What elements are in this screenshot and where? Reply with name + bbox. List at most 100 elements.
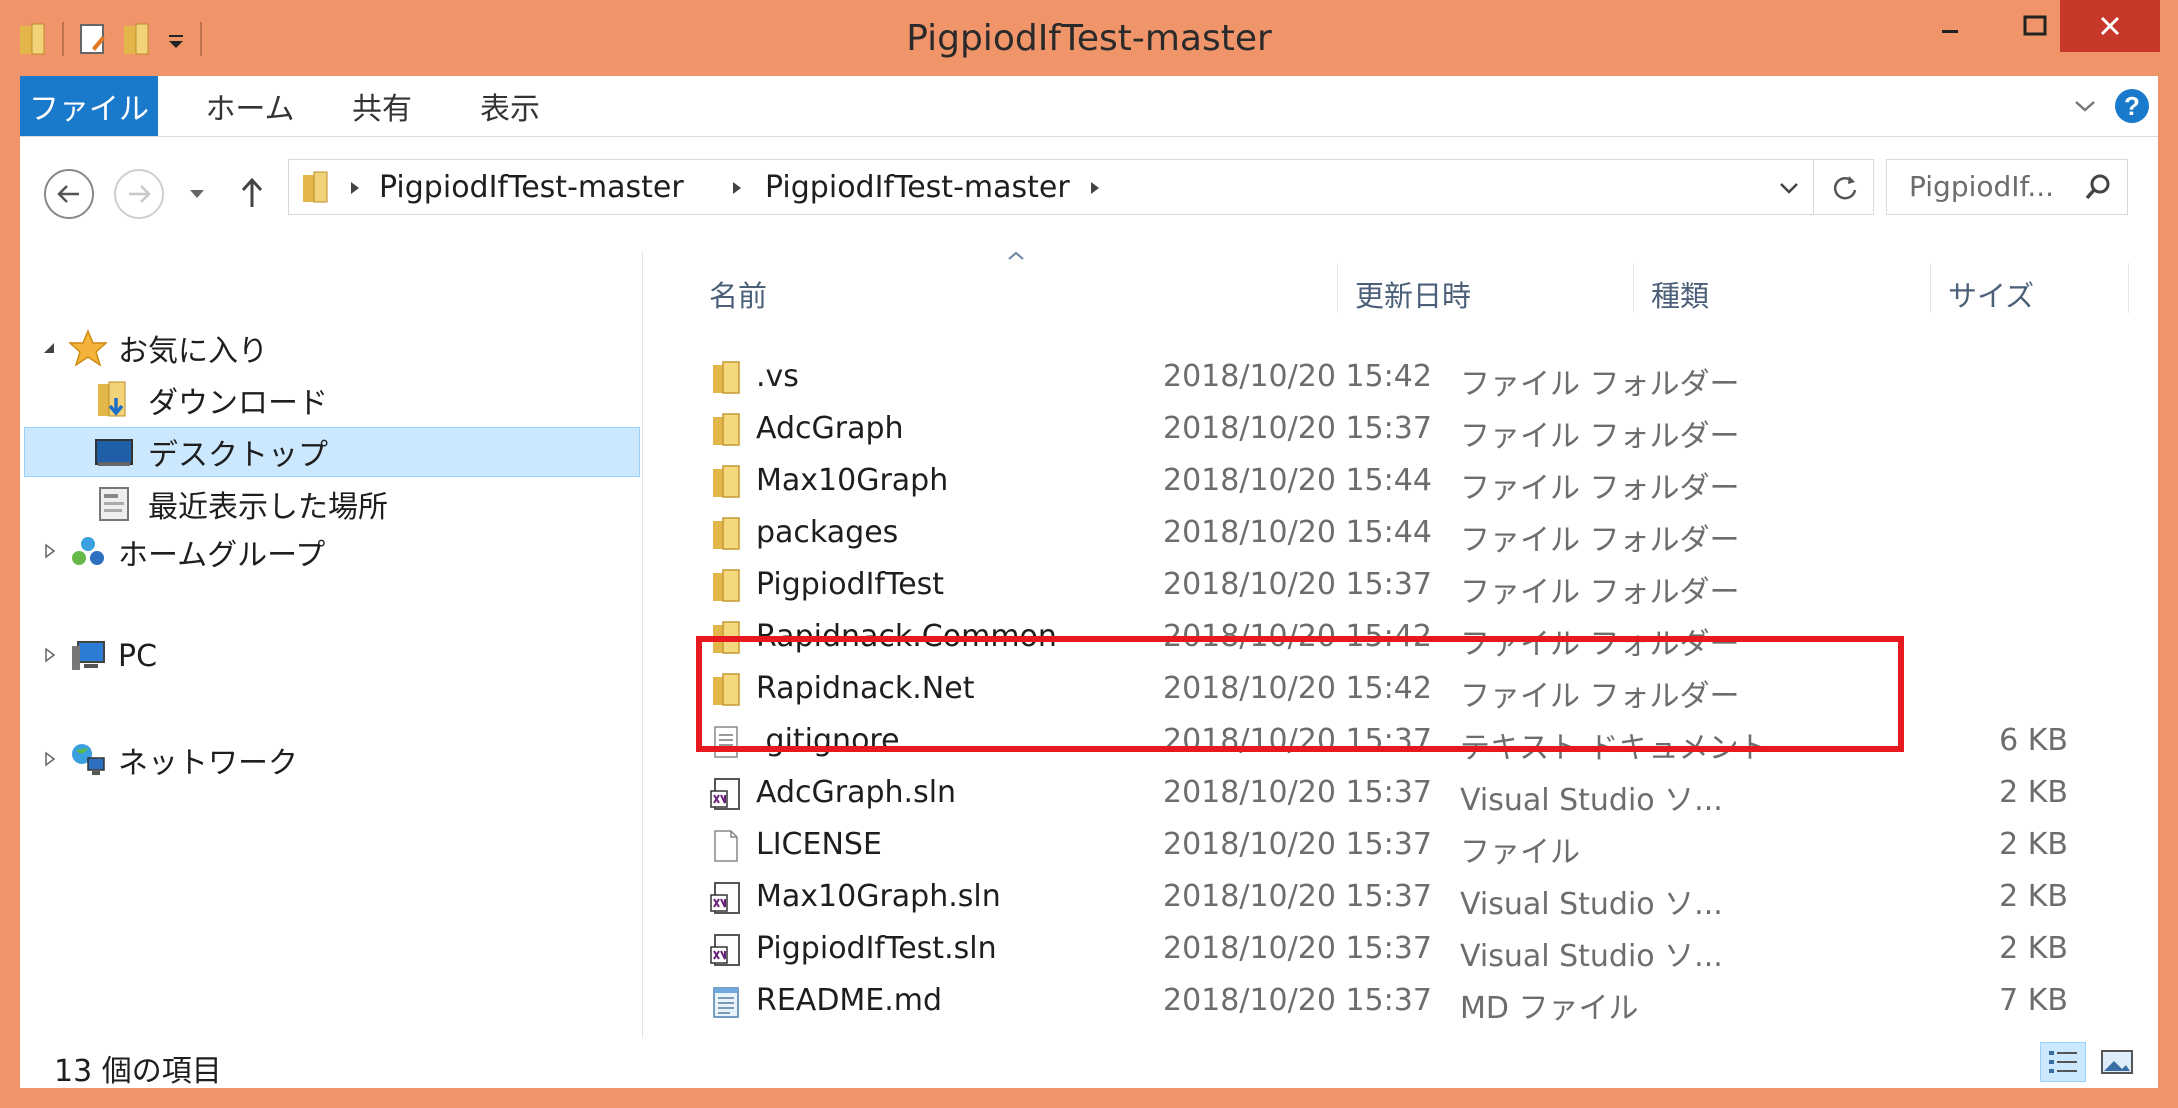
nav-pc[interactable]: PC xyxy=(68,631,157,681)
folder-icon xyxy=(709,465,743,499)
file-name: PigpiodIfTest.sln xyxy=(756,931,997,966)
expand-triangle-icon[interactable] xyxy=(42,341,56,355)
file-row[interactable]: LICENSE 2018/10/20 15:37 ファイル 2 KB xyxy=(643,819,2158,871)
forward-button[interactable] xyxy=(114,169,164,219)
breadcrumb-item[interactable]: PigpiodIfTest-master xyxy=(379,170,684,205)
nav-network[interactable]: ネットワーク xyxy=(68,735,298,785)
blank-file-icon xyxy=(709,829,743,863)
chevron-down-icon[interactable] xyxy=(1777,178,1801,198)
column-separator[interactable] xyxy=(1337,263,1338,313)
file-type: MD ファイル xyxy=(1460,991,1639,1026)
file-row[interactable]: AdcGraph.sln 2018/10/20 15:37 Visual Studi… xyxy=(643,767,2158,819)
folder-icon xyxy=(709,569,743,603)
column-separator[interactable] xyxy=(2128,263,2129,313)
tab-home[interactable]: ホーム xyxy=(190,76,310,136)
arrow-left-icon xyxy=(57,185,79,203)
file-row[interactable]: Max10Graph 2018/10/20 15:44 ファイル フォルダー xyxy=(643,455,2158,507)
file-name: .vs xyxy=(756,359,799,394)
tab-view[interactable]: 表示 xyxy=(460,76,560,136)
file-type: ファイル xyxy=(1460,835,1580,870)
title-bar: PigpiodIfTest-master xyxy=(0,0,2178,76)
sort-ascending-icon xyxy=(1008,251,1024,260)
item-count: 13 個の項目 xyxy=(54,1054,222,1089)
file-row[interactable]: README.md 2018/10/20 15:37 MD ファイル 7 KB xyxy=(643,975,2158,1027)
column-separator[interactable] xyxy=(1930,263,1931,313)
column-header-name[interactable]: 名前 xyxy=(709,273,767,315)
help-icon[interactable]: ? xyxy=(2114,88,2150,124)
notepad-file-icon xyxy=(709,985,743,1019)
folder-icon xyxy=(709,517,743,551)
file-size: 6 KB xyxy=(1999,723,2068,758)
file-name: Max10Graph.sln xyxy=(756,879,1001,914)
file-row[interactable]: .vs 2018/10/20 15:42 ファイル フォルダー xyxy=(643,351,2158,403)
breadcrumb-item[interactable]: PigpiodIfTest-master xyxy=(765,170,1070,205)
chevron-right-icon[interactable] xyxy=(1089,180,1101,196)
file-type: ファイル フォルダー xyxy=(1460,419,1740,454)
file-date: 2018/10/20 15:42 xyxy=(1163,359,1432,394)
column-separator[interactable] xyxy=(1633,263,1634,313)
file-row[interactable]: AdcGraph 2018/10/20 15:37 ファイル フォルダー xyxy=(643,403,2158,455)
chevron-right-icon[interactable] xyxy=(731,180,743,196)
nav-label: ネットワーク xyxy=(118,746,298,781)
file-name: Max10Graph xyxy=(756,463,949,498)
ribbon-tabs: ファイル ホーム 共有 表示 ? xyxy=(20,76,2158,137)
refresh-icon[interactable] xyxy=(1829,172,1861,204)
file-name: AdcGraph.sln xyxy=(756,775,957,810)
file-name: LICENSE xyxy=(756,827,882,862)
nav-label: PC xyxy=(118,638,158,674)
column-header-type[interactable]: 種類 xyxy=(1651,273,1709,315)
star-icon xyxy=(68,329,108,367)
file-date: 2018/10/20 15:44 xyxy=(1163,463,1432,498)
minimize-button[interactable] xyxy=(1910,0,1990,52)
tab-file[interactable]: ファイル xyxy=(20,76,158,136)
file-type: ファイル フォルダー xyxy=(1460,471,1740,506)
file-row[interactable]: PigpiodIfTest 2018/10/20 15:37 ファイル フォルダー xyxy=(643,559,2158,611)
recent-places-icon xyxy=(99,487,129,521)
column-header-size[interactable]: サイズ xyxy=(1948,273,2034,315)
vs-solution-icon xyxy=(709,881,743,915)
chevron-right-icon[interactable] xyxy=(349,180,361,196)
file-date: 2018/10/20 15:44 xyxy=(1163,515,1432,550)
file-row[interactable]: packages 2018/10/20 15:44 ファイル フォルダー xyxy=(643,507,2158,559)
window-title: PigpiodIfTest-master xyxy=(906,18,1272,59)
collapsed-triangle-icon[interactable] xyxy=(44,543,56,559)
minimize-icon xyxy=(1942,30,1958,33)
file-date: 2018/10/20 15:37 xyxy=(1163,827,1432,862)
file-type: ファイル フォルダー xyxy=(1460,367,1740,402)
nav-desktop[interactable]: デスクトップ xyxy=(94,427,328,477)
explorer-window: PigpiodIfTest-master ファイル ホーム 共有 表示 ? Pi… xyxy=(0,0,2178,1108)
nav-homegroup[interactable]: ホームグループ xyxy=(68,527,325,577)
large-icons-view-button[interactable] xyxy=(2094,1042,2140,1082)
folder-icon xyxy=(709,361,743,395)
computer-icon xyxy=(72,641,105,670)
back-button[interactable] xyxy=(44,169,94,219)
maximize-icon xyxy=(2023,15,2047,36)
tab-share[interactable]: 共有 xyxy=(332,76,432,136)
close-button[interactable] xyxy=(2060,0,2160,52)
file-row[interactable]: PigpiodIfTest.sln 2018/10/20 15:37 Visual … xyxy=(643,923,2158,975)
file-size: 2 KB xyxy=(1999,879,2068,914)
collapsed-triangle-icon[interactable] xyxy=(44,647,56,663)
address-bar[interactable]: PigpiodIfTest-master PigpiodIfTest-maste… xyxy=(288,159,1874,215)
nav-favorites[interactable]: お気に入り xyxy=(68,323,268,373)
file-date: 2018/10/20 15:37 xyxy=(1163,931,1432,966)
navigation-pane: お気に入り ダウンロード デスクトップ 最近表示した場所 ホームグループ PC … xyxy=(20,251,642,1038)
search-icon[interactable] xyxy=(2083,172,2113,202)
search-box[interactable]: PigpiodIf... xyxy=(1886,159,2128,215)
file-type: Visual Studio ソ... xyxy=(1460,887,1723,922)
nav-label: デスクトップ xyxy=(148,438,328,473)
file-name: AdcGraph xyxy=(756,411,904,446)
collapsed-triangle-icon[interactable] xyxy=(44,751,56,767)
file-name: packages xyxy=(756,515,899,550)
column-header-date[interactable]: 更新日時 xyxy=(1355,273,1471,315)
desktop-icon xyxy=(95,439,133,466)
file-row[interactable]: Max10Graph.sln 2018/10/20 15:37 Visual Stu… xyxy=(643,871,2158,923)
arrow-right-icon xyxy=(129,185,151,203)
up-arrow-icon[interactable] xyxy=(238,175,266,211)
file-date: 2018/10/20 15:37 xyxy=(1163,879,1432,914)
nav-recent-places[interactable]: 最近表示した場所 xyxy=(94,479,388,529)
recent-locations-icon[interactable] xyxy=(186,187,208,201)
nav-downloads[interactable]: ダウンロード xyxy=(94,375,328,425)
details-view-button[interactable] xyxy=(2040,1042,2086,1082)
expand-ribbon-icon[interactable] xyxy=(2072,94,2098,118)
